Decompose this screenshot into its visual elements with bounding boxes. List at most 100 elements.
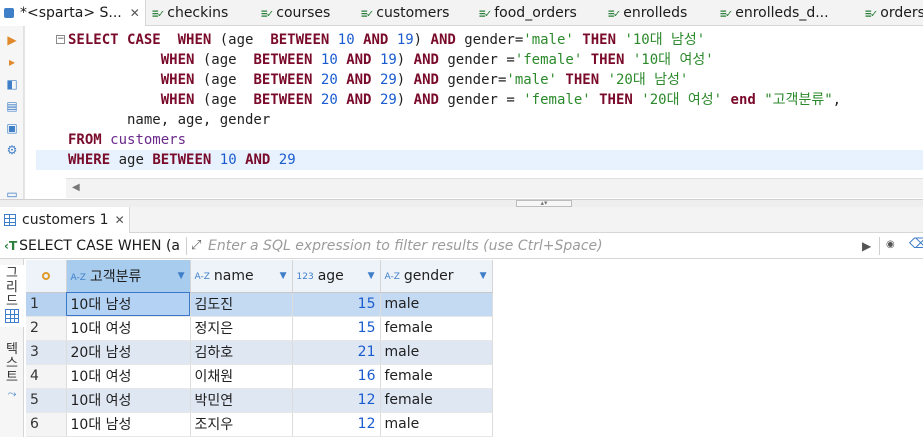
- results-table: A-Z 고객분류 ▼ A-Z name ▼ 123 age ▼ A-Z gender ▼ 1 10…: [26, 260, 493, 437]
- editor-horizontal-scrollbar[interactable]: ◀: [66, 178, 923, 198]
- sql-token: (age: [194, 72, 254, 88]
- row-number[interactable]: 3: [26, 340, 67, 365]
- row-number[interactable]: 2: [26, 316, 67, 341]
- tab-grid-view[interactable]: 그리드: [0, 265, 24, 327]
- expand-icon[interactable]: ⤢: [191, 238, 201, 253]
- table-cell[interactable]: male: [380, 412, 493, 437]
- tab-customers-result[interactable]: customers 1 ✕: [0, 207, 130, 233]
- row-number[interactable]: 4: [26, 364, 67, 389]
- table-cell[interactable]: 15: [292, 316, 381, 341]
- table-cell[interactable]: 10대 여성: [66, 388, 191, 413]
- table-cell[interactable]: 조지우: [190, 412, 293, 437]
- close-icon[interactable]: ✕: [130, 6, 140, 20]
- row-header-corner[interactable]: [26, 260, 67, 293]
- tab-courses[interactable]: ≡✓ courses: [261, 0, 330, 26]
- tab-label: courses: [276, 5, 331, 21]
- sql-line[interactable]: name, age, gender: [68, 110, 270, 130]
- sql-token: CASE: [127, 32, 161, 48]
- table-cell[interactable]: male: [380, 340, 493, 365]
- scroll-left-icon[interactable]: ◀: [72, 182, 80, 193]
- format-sql-icon[interactable]: ▤: [4, 98, 20, 114]
- table-cell[interactable]: 20대 남성: [66, 340, 191, 365]
- sql-line[interactable]: WHERE age BETWEEN 10 AND 29: [36, 150, 923, 170]
- column-header-category[interactable]: A-Z 고객분류 ▼: [66, 260, 191, 293]
- database-icon: [2, 6, 16, 20]
- table-cell[interactable]: 10대 여성: [66, 364, 191, 389]
- table-cell[interactable]: 10대 남성: [66, 412, 191, 437]
- table-row[interactable]: 6 10대 남성 조지우 12 male: [26, 412, 493, 437]
- row-number[interactable]: 1: [26, 292, 67, 317]
- filter-history-icon[interactable]: ◉: [886, 239, 895, 250]
- sql-token: WHERE: [68, 152, 111, 168]
- table-row[interactable]: 1 10대 남성 김도진 15 male: [26, 292, 493, 317]
- sort-icon[interactable]: ▼: [280, 271, 287, 281]
- table-cell[interactable]: 정지은: [190, 316, 293, 341]
- tab-enrolleds[interactable]: ≡✓ enrolleds: [608, 0, 687, 26]
- splitter-grip-icon[interactable]: ▴▾: [516, 200, 572, 207]
- execute-script-icon[interactable]: ▸: [4, 54, 20, 70]
- tab-customers[interactable]: ≡✓ customers: [361, 0, 449, 26]
- panel-splitter[interactable]: ▴▾: [0, 199, 923, 207]
- table-cell[interactable]: 김하호: [190, 340, 293, 365]
- sql-line[interactable]: FROM customers: [68, 130, 186, 150]
- execute-icon[interactable]: ▶: [4, 32, 20, 48]
- table-cell[interactable]: female: [380, 316, 493, 341]
- sql-line[interactable]: SELECT CASE WHEN (age BETWEEN 10 AND 19)…: [68, 30, 705, 50]
- tab-text-view[interactable]: 텍스트 ⤳: [0, 343, 24, 413]
- tab-enrolleds-detail[interactable]: ≡✓ enrolleds_d...: [720, 0, 829, 26]
- tab-sql-editor[interactable]: *<sparta> S... ✕: [0, 0, 146, 26]
- row-number[interactable]: 6: [26, 412, 67, 437]
- editor-tab-bar: *<sparta> S... ✕ ≡✓ checkins ≡✓ courses …: [0, 0, 923, 26]
- select-all-icon[interactable]: [41, 271, 50, 280]
- sql-token: (age: [211, 32, 271, 48]
- table-cell[interactable]: male: [380, 292, 493, 317]
- column-header-gender[interactable]: A-Z gender ▼: [380, 260, 493, 293]
- table-icon: ≡✓: [261, 6, 273, 20]
- tab-food-orders[interactable]: ≡✓ food_orders: [479, 0, 577, 26]
- tab-orders[interactable]: ≡✓ orders: [865, 0, 923, 26]
- table-cell[interactable]: female: [380, 388, 493, 413]
- apply-filter-icon[interactable]: ▶: [862, 239, 871, 253]
- table-row[interactable]: 4 10대 여성 이채원 16 female: [26, 364, 493, 389]
- sql-token: 10: [337, 32, 355, 48]
- explain-plan-icon[interactable]: ◧: [4, 76, 20, 92]
- table-cell[interactable]: 김도진: [190, 292, 293, 317]
- column-header-age[interactable]: 123 age ▼: [292, 260, 381, 293]
- eraser-icon[interactable]: ⌫: [909, 236, 923, 252]
- sql-token: 20: [320, 72, 338, 88]
- source-query[interactable]: ‹T SELECT CASE WHEN (a: [4, 237, 184, 255]
- fold-collapse-icon[interactable]: −: [56, 35, 65, 44]
- sql-token: age: [110, 152, 153, 168]
- sql-line[interactable]: WHEN (age BETWEEN 10 AND 19) AND gender …: [68, 50, 714, 70]
- close-icon[interactable]: ✕: [115, 213, 125, 227]
- table-cell[interactable]: 이채원: [190, 364, 293, 389]
- table-row[interactable]: 5 10대 여성 박민연 12 female: [26, 388, 493, 413]
- tab-checkins[interactable]: ≡✓ checkins: [152, 0, 228, 26]
- table-cell[interactable]: 21: [292, 340, 381, 365]
- table-cell[interactable]: female: [380, 364, 493, 389]
- table-cell[interactable]: 10대 남성: [66, 292, 191, 317]
- filter-input[interactable]: [208, 236, 858, 256]
- console-icon[interactable]: ▣: [4, 120, 20, 136]
- sql-line[interactable]: WHEN (age BETWEEN 20 AND 29) AND gender=…: [68, 70, 689, 90]
- sort-icon[interactable]: ▼: [178, 271, 185, 281]
- table-cell[interactable]: 16: [292, 364, 381, 389]
- table-cell[interactable]: 12: [292, 412, 381, 437]
- sql-editor[interactable]: − SELECT CASE WHEN (age BETWEEN 10 AND 1…: [36, 26, 923, 178]
- column-header-name[interactable]: A-Z name ▼: [190, 260, 293, 293]
- sql-line[interactable]: WHEN (age BETWEEN 20 AND 29) AND gender …: [68, 90, 841, 110]
- sql-token: AND: [430, 32, 456, 48]
- table-cell[interactable]: 10대 여성: [66, 316, 191, 341]
- table-cell[interactable]: 박민연: [190, 388, 293, 413]
- sort-icon[interactable]: ▼: [368, 271, 375, 281]
- table-row[interactable]: 2 10대 여성 정지은 15 female: [26, 316, 493, 341]
- table-cell[interactable]: 15: [292, 292, 381, 317]
- row-number[interactable]: 5: [26, 388, 67, 413]
- sort-icon[interactable]: ▼: [480, 271, 487, 281]
- gear-icon[interactable]: ⚙: [4, 142, 20, 158]
- sql-token: '10대 여성': [632, 52, 714, 68]
- table-row[interactable]: 3 20대 남성 김하호 21 male: [26, 340, 493, 365]
- sql-token: SELECT: [68, 32, 119, 48]
- table-cell[interactable]: 12: [292, 388, 381, 413]
